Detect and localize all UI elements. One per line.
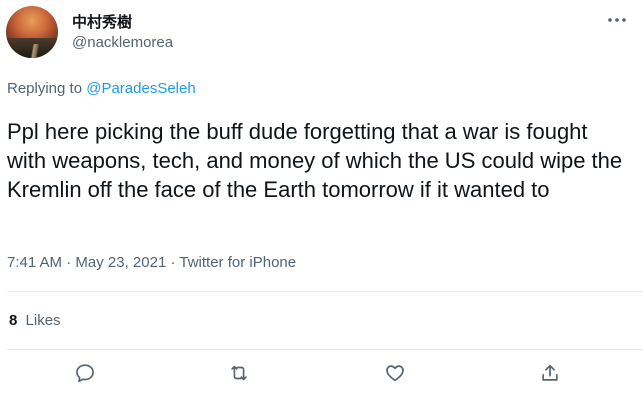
meta-separator: · [170, 254, 176, 271]
like-button[interactable] [382, 362, 408, 388]
divider [7, 349, 643, 350]
reply-button[interactable] [72, 362, 98, 388]
likes-stat[interactable]: 8 Likes [9, 312, 61, 329]
retweet-icon [228, 362, 250, 389]
replying-to: Replying to @ParadesSeleh [7, 80, 196, 97]
tweet-date[interactable]: May 23, 2021 [75, 254, 166, 271]
share-button[interactable] [537, 362, 563, 388]
likes-label: Likes [25, 312, 61, 329]
share-icon [539, 362, 561, 389]
reply-mention-link[interactable]: @ParadesSeleh [86, 80, 195, 97]
avatar-road [20, 44, 50, 58]
retweet-button[interactable] [226, 362, 252, 388]
heart-icon [384, 362, 406, 389]
tweet-meta: 7:41 AM · May 23, 2021 · Twitter for iPh… [7, 254, 296, 271]
tweet-time[interactable]: 7:41 AM [7, 254, 62, 271]
replying-to-prefix: Replying to [7, 80, 83, 97]
author-handle[interactable]: @nacklemorea [72, 34, 173, 51]
reply-icon [74, 362, 96, 389]
meta-separator: · [66, 254, 72, 271]
tweet-source[interactable]: Twitter for iPhone [179, 254, 296, 271]
avatar[interactable] [6, 6, 58, 58]
likes-count: 8 [9, 312, 18, 329]
tweet-text: Ppl here picking the buff dude forgettin… [7, 119, 623, 202]
tweet-detail: 中村秀樹 @nacklemorea Replying to @ParadesSe… [0, 0, 643, 404]
divider [7, 291, 643, 292]
author-display-name[interactable]: 中村秀樹 [72, 11, 132, 32]
more-options-icon[interactable] [604, 10, 630, 30]
